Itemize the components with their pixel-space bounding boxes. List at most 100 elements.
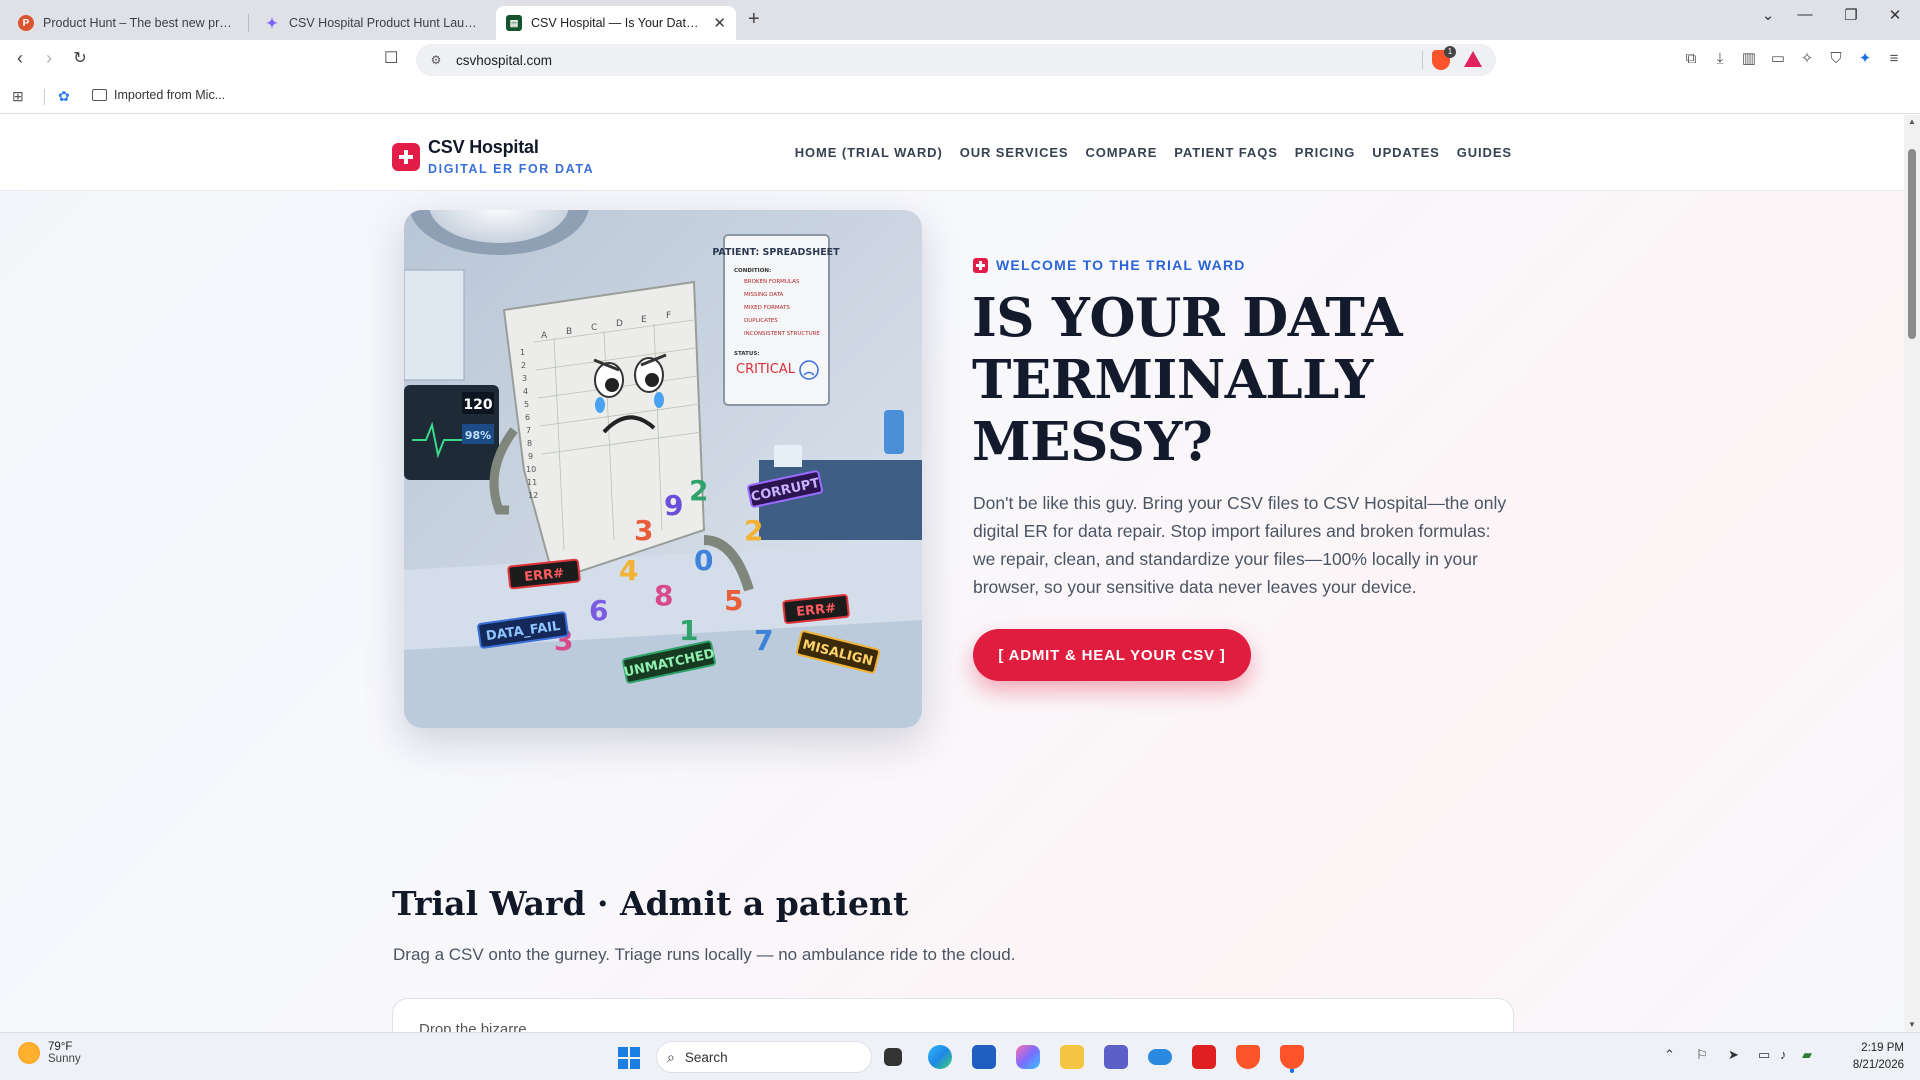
svg-text:MIXED FORMATS: MIXED FORMATS — [744, 305, 790, 311]
tab-search-chevron-icon[interactable]: ⌄ — [1753, 6, 1783, 24]
brave-active-icon[interactable] — [1280, 1045, 1304, 1069]
svg-text:98%: 98% — [465, 429, 491, 442]
onedrive-icon[interactable] — [1148, 1049, 1172, 1065]
tray-location-icon[interactable]: ➤ — [1728, 1047, 1739, 1063]
teams-icon[interactable] — [1104, 1045, 1128, 1069]
nav-pricing[interactable]: PRICING — [1295, 145, 1355, 160]
edge-icon[interactable] — [928, 1045, 952, 1069]
product-hunt-favicon-icon: P — [18, 15, 34, 31]
brave-icon[interactable] — [1236, 1045, 1260, 1069]
svg-text:8: 8 — [654, 579, 673, 612]
eyebrow-label: WELCOME TO THE TRIAL WARD — [996, 257, 1246, 273]
bookmark-icon[interactable]: ☐ — [384, 48, 398, 68]
brave-rewards-icon[interactable] — [1464, 51, 1482, 67]
page-scrollbar[interactable]: ▲ ▼ — [1904, 115, 1920, 1032]
nav-compare[interactable]: COMPARE — [1086, 145, 1158, 160]
hero-title: IS YOUR DATA TERMINALLY MESSY? — [972, 287, 1403, 473]
nav-guides[interactable]: GUIDES — [1457, 145, 1512, 160]
windows-taskbar: 79°F Sunny ⌕ Search ⌃ ⚐ ➤ ▭ ♪ ▰ 2:19 PM … — [0, 1032, 1920, 1080]
forward-button[interactable]: › — [37, 48, 61, 69]
csv-dropzone[interactable]: Drop the bizarre... — [392, 998, 1514, 1032]
restore-button[interactable]: ❐ — [1836, 6, 1866, 24]
wallet-icon[interactable]: ▭ — [1769, 50, 1787, 68]
volume-icon[interactable]: ♪ — [1780, 1047, 1787, 1062]
tab-title: Product Hunt – The best new products — [43, 16, 234, 30]
back-button[interactable]: ‹ — [8, 48, 32, 69]
tray-overflow-icon[interactable]: ⌃ — [1664, 1047, 1675, 1063]
svg-text:4: 4 — [619, 554, 638, 587]
logo-tagline: DIGITAL ER FOR DATA — [428, 162, 595, 176]
tab-csv-hospital[interactable]: ▤ CSV Hospital — Is Your Data Terminally… — [496, 6, 736, 40]
bookmark-folder-imported[interactable]: Imported from Mic... — [92, 88, 225, 102]
tab-launch[interactable]: ✦ CSV Hospital Product Hunt Launch - — [254, 6, 490, 40]
svg-text:A: A — [541, 331, 548, 341]
address-bar[interactable]: ⚙ csvhospital.com 1 — [416, 44, 1496, 76]
extension-pinned-icon[interactable]: ✦ — [1856, 50, 1874, 68]
svg-text:120: 120 — [463, 397, 492, 413]
svg-text:3: 3 — [522, 374, 527, 383]
new-tab-button[interactable]: + — [748, 8, 760, 31]
file-explorer-icon[interactable] — [1060, 1045, 1084, 1069]
menu-icon[interactable]: ≡ — [1885, 50, 1903, 68]
svg-text:B: B — [566, 327, 572, 337]
svg-text:12: 12 — [528, 491, 538, 500]
taskbar-clock[interactable]: 2:19 PM 8/21/2026 — [1853, 1040, 1904, 1074]
extensions-icon[interactable]: ⧉ — [1682, 50, 1700, 68]
site-logo[interactable]: CSV Hospital DIGITAL ER FOR DATA — [392, 137, 594, 176]
tray-app-icon[interactable]: ⚐ — [1696, 1047, 1708, 1063]
sidebar-icon[interactable]: ▥ — [1740, 50, 1758, 68]
start-button[interactable] — [618, 1047, 640, 1069]
nav-home[interactable]: HOME (TRIAL WARD) — [795, 145, 943, 160]
svg-text:2: 2 — [744, 514, 763, 547]
downloads-icon[interactable]: ⤓ — [1711, 50, 1729, 68]
scroll-down-arrow-icon[interactable]: ▼ — [1908, 1020, 1916, 1029]
taskbar-search[interactable]: ⌕ Search — [656, 1041, 872, 1073]
svg-text:10: 10 — [526, 465, 536, 474]
weather-widget[interactable]: 79°F Sunny — [18, 1041, 81, 1065]
svg-text:4: 4 — [523, 387, 528, 396]
leo-ai-icon[interactable]: ✧ — [1798, 50, 1816, 68]
scrollbar-thumb[interactable] — [1908, 149, 1916, 339]
weather-temperature: 79°F — [48, 1041, 73, 1053]
sun-icon — [18, 1042, 40, 1064]
browser-tab-strip: P Product Hunt – The best new products ✦… — [0, 0, 1920, 40]
svg-text:9: 9 — [528, 452, 533, 461]
sparkle-favicon-icon: ✦ — [266, 14, 278, 31]
url-text[interactable]: csvhospital.com — [456, 53, 552, 68]
close-tab-icon[interactable]: ✕ — [713, 14, 726, 32]
admit-heal-button[interactable]: [ ADMIT & HEAL YOUR CSV ] — [973, 629, 1251, 681]
bookmark-favicon-icon[interactable]: ✿ — [58, 88, 70, 105]
apps-grid-icon[interactable]: ⊞ — [12, 88, 24, 105]
svg-text:INCONSISTENT STRUCTURE: INCONSISTENT STRUCTURE — [744, 331, 820, 337]
hero-illustration: 120 98% PATIENT: SPREADSHEET CONDITION: … — [404, 210, 922, 728]
battery-icon[interactable]: ▰ — [1802, 1047, 1812, 1063]
svg-text:9: 9 — [664, 489, 683, 522]
page-viewport: CSV Hospital DIGITAL ER FOR DATA HOME (T… — [0, 115, 1904, 1032]
vpn-icon[interactable]: ⛉ — [1827, 50, 1845, 68]
nav-updates[interactable]: UPDATES — [1372, 145, 1439, 160]
reload-button[interactable]: ↻ — [68, 48, 92, 68]
wps-icon[interactable] — [1192, 1045, 1216, 1069]
store-icon[interactable] — [972, 1045, 996, 1069]
dropzone-hint: Drop the bizarre... — [419, 1021, 540, 1032]
svg-text:6: 6 — [589, 594, 608, 627]
svg-text:11: 11 — [527, 478, 537, 487]
trial-ward-subtitle: Drag a CSV onto the gurney. Triage runs … — [393, 945, 1016, 964]
search-label: Search — [684, 1049, 728, 1065]
nav-services[interactable]: OUR SERVICES — [960, 145, 1069, 160]
tab-product-hunt[interactable]: P Product Hunt – The best new products — [8, 6, 244, 40]
logo-name: CSV Hospital — [428, 137, 539, 157]
trial-ward-title: Trial Ward · Admit a patient — [392, 884, 909, 923]
minimize-button[interactable]: — — [1790, 6, 1820, 23]
copilot-icon[interactable] — [1016, 1045, 1040, 1069]
clock-date: 8/21/2026 — [1852, 1059, 1904, 1071]
nav-faqs[interactable]: PATIENT FAQS — [1174, 145, 1278, 160]
close-window-button[interactable]: ✕ — [1880, 6, 1910, 24]
network-icon[interactable]: ▭ — [1758, 1047, 1770, 1063]
task-view-icon[interactable] — [884, 1048, 902, 1066]
hero-description: Don't be like this guy. Bring your CSV f… — [973, 493, 1507, 597]
svg-text:BROKEN FORMULAS: BROKEN FORMULAS — [744, 279, 800, 285]
scroll-up-arrow-icon[interactable]: ▲ — [1908, 117, 1916, 126]
svg-text:MISSING DATA: MISSING DATA — [744, 292, 784, 298]
site-info-icon[interactable]: ⚙ — [426, 53, 446, 67]
